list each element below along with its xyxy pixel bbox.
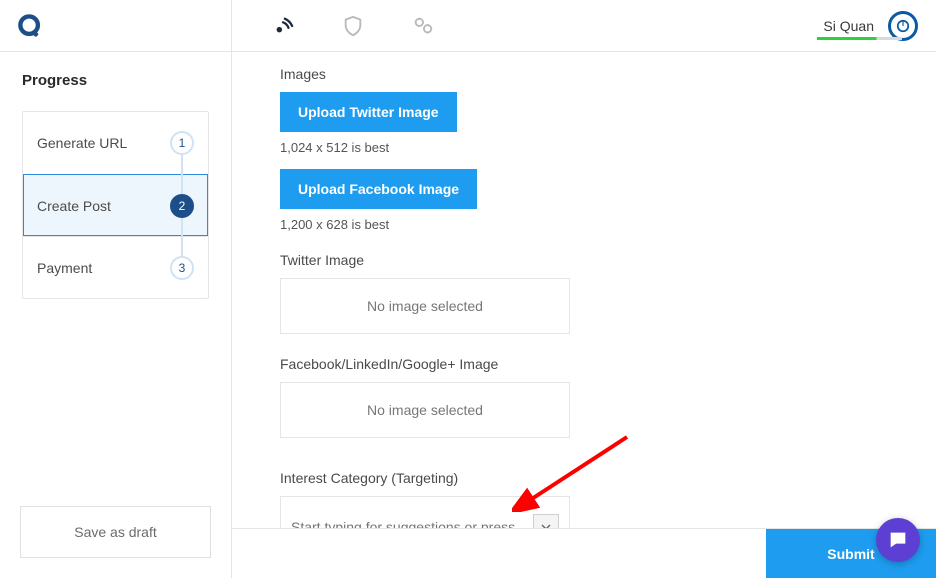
broadcast-icon[interactable] bbox=[272, 15, 294, 37]
save-as-draft-button[interactable]: Save as draft bbox=[20, 506, 211, 558]
form-content: Images Upload Twitter Image 1,024 x 512 … bbox=[232, 52, 936, 578]
progress-block: Progress Generate URL 1 Create Post 2 Pa… bbox=[0, 52, 231, 486]
facebook-size-hint: 1,200 x 628 is best bbox=[280, 217, 896, 232]
facebook-image-placeholder[interactable]: No image selected bbox=[280, 382, 570, 438]
interest-category-label: Interest Category (Targeting) bbox=[280, 470, 896, 486]
upload-facebook-image-button[interactable]: Upload Facebook Image bbox=[280, 169, 477, 209]
topbar: Si Quan bbox=[232, 0, 936, 52]
step-label: Create Post bbox=[37, 198, 111, 214]
shield-icon[interactable] bbox=[342, 15, 364, 37]
power-icon bbox=[896, 19, 910, 33]
step-generate-url[interactable]: Generate URL 1 bbox=[23, 112, 208, 174]
step-label: Generate URL bbox=[37, 135, 127, 151]
step-create-post[interactable]: Create Post 2 bbox=[23, 174, 208, 236]
settings-icon[interactable] bbox=[412, 15, 434, 37]
twitter-image-placeholder[interactable]: No image selected bbox=[280, 278, 570, 334]
user-name[interactable]: Si Quan bbox=[823, 18, 874, 34]
brand-logo[interactable] bbox=[0, 0, 231, 52]
twitter-image-label: Twitter Image bbox=[280, 252, 896, 268]
upload-twitter-image-button[interactable]: Upload Twitter Image bbox=[280, 92, 457, 132]
main: Si Quan Images Upload Twitter Image 1,02… bbox=[232, 0, 936, 578]
step-label: Payment bbox=[37, 260, 92, 276]
progress-steps: Generate URL 1 Create Post 2 Payment 3 bbox=[22, 111, 209, 299]
footer-bar: Submit bbox=[232, 528, 936, 578]
twitter-size-hint: 1,024 x 512 is best bbox=[280, 140, 896, 155]
chat-launcher-button[interactable] bbox=[876, 518, 920, 562]
facebook-image-label: Facebook/LinkedIn/Google+ Image bbox=[280, 356, 896, 372]
sidebar: Progress Generate URL 1 Create Post 2 Pa… bbox=[0, 0, 232, 578]
chat-icon bbox=[887, 529, 909, 551]
step-number-icon: 2 bbox=[170, 194, 194, 218]
brand-q-icon bbox=[16, 12, 44, 40]
images-heading: Images bbox=[280, 66, 896, 82]
step-number-icon: 1 bbox=[170, 131, 194, 155]
step-number-icon: 3 bbox=[170, 256, 194, 280]
step-payment[interactable]: Payment 3 bbox=[23, 236, 208, 298]
user-area: Si Quan bbox=[823, 11, 918, 41]
progress-title: Progress bbox=[22, 72, 209, 89]
